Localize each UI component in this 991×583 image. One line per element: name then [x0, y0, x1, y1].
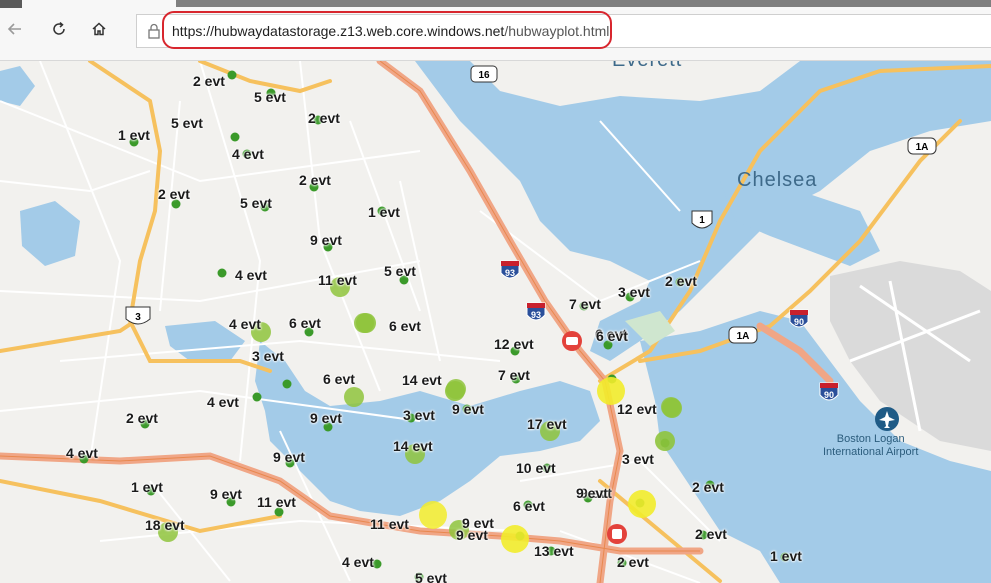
station-event-label: 3 evt: [622, 451, 654, 467]
station-dot[interactable]: [217, 268, 227, 278]
station-event-label: 5 evt: [240, 195, 272, 211]
station-event-label: 3 evt: [618, 284, 650, 300]
station-event-label: 17 evt: [527, 416, 567, 432]
station-event-label: 2 evt: [692, 479, 724, 495]
station-event-label: 13 evt: [534, 543, 574, 559]
station-event-label: 5 evt: [384, 263, 416, 279]
station-event-label: 4 evt: [229, 316, 261, 332]
station-event-label: 4 evt: [235, 267, 267, 283]
station-event-label: 2 evt: [193, 73, 225, 89]
back-button[interactable]: [0, 14, 30, 44]
station-event-label: 6 evt: [513, 498, 545, 514]
station-dot[interactable]: [655, 431, 675, 451]
refresh-button[interactable]: [44, 14, 74, 44]
station-event-label: 11 evt: [318, 272, 357, 288]
station-event-label: 2 evt: [617, 554, 649, 570]
station-event-label: 18 evt: [145, 517, 185, 533]
station-event-label: 1 evt: [770, 548, 802, 564]
station-event-label: 14 evt: [402, 372, 442, 388]
url-host: https://hubwaydatastorage.z13.web.core.w…: [172, 23, 505, 39]
tab-edge: [0, 0, 22, 8]
station-event-label: 12 evt: [494, 336, 534, 352]
address-bar[interactable]: https://hubwaydatastorage.z13.web.core.w…: [136, 14, 991, 48]
station-event-label: 2 evt: [308, 110, 340, 126]
station-dot[interactable]: [628, 490, 656, 518]
refresh-icon: [53, 21, 65, 35]
station-event-label: 6 evt: [289, 315, 321, 331]
lock-icon: [148, 23, 160, 39]
home-icon: [92, 22, 106, 36]
station-dot[interactable]: [501, 525, 529, 553]
station-dot[interactable]: [344, 387, 364, 407]
home-button[interactable]: [84, 14, 114, 44]
station-event-label: 2 evt: [126, 410, 158, 426]
station-dot[interactable]: [356, 313, 376, 333]
browser-toolbar: https://hubwaydatastorage.z13.web.core.w…: [0, 0, 991, 61]
station-dot[interactable]: [662, 398, 682, 418]
station-event-label: 11 evt: [257, 494, 296, 510]
station-event-label: 1 evt: [368, 204, 400, 220]
station-event-label: 9 evt: [310, 232, 342, 248]
station-event-label: 1 evt: [118, 127, 150, 143]
station-dot[interactable]: [419, 501, 447, 529]
station-event-label: 7 evt: [569, 296, 601, 312]
station-event-label: 9 evt: [456, 527, 488, 543]
station-event-label: 3 evt: [252, 348, 284, 364]
station-dot[interactable]: [230, 132, 240, 142]
station-event-label: 9 evt: [210, 486, 242, 502]
station-event-label: 4 evt: [207, 394, 239, 410]
station-event-label: 10 evt: [516, 460, 556, 476]
station-dot[interactable]: [227, 70, 237, 80]
url-path: /hubwayplot.html: [504, 23, 610, 39]
station-event-label: 2 evt: [695, 526, 727, 542]
station-event-label: 6 evt: [389, 318, 421, 334]
station-event-label: 9 evt: [452, 401, 484, 417]
station-event-label: 5 evt: [415, 570, 447, 583]
station-event-label: 2 evt: [299, 172, 331, 188]
station-dot[interactable]: [252, 392, 262, 402]
station-event-label: 9 evt: [273, 449, 305, 465]
station-event-label: 5 evt: [254, 89, 286, 105]
station-event-label: 9 evt: [576, 485, 608, 501]
station-event-label: 4 evt: [232, 146, 264, 162]
station-event-label: 5 evt: [171, 115, 203, 131]
station-event-label: 11 evt: [370, 516, 409, 532]
station-event-label: 14 evt: [393, 438, 433, 454]
station-dot[interactable]: [445, 381, 465, 401]
back-arrow-icon: [7, 23, 21, 35]
tab-strip: [176, 0, 991, 7]
station-dot[interactable]: [282, 379, 292, 389]
station-event-label: 4 evt: [66, 445, 98, 461]
url-text[interactable]: https://hubwaydatastorage.z13.web.core.w…: [172, 23, 609, 39]
station-event-label: 12 evt: [617, 401, 657, 417]
station-event-label: 6 evt: [323, 371, 355, 387]
station-event-label: 9 evt: [310, 410, 342, 426]
station-event-label: 4 evt: [342, 554, 374, 570]
map-canvas[interactable]: Everett Chelsea Boston Logan Internation…: [0, 61, 991, 583]
station-event-label: 2 evt: [665, 273, 697, 289]
station-event-label: 1 evt: [131, 479, 163, 495]
station-event-label: 6 evt: [596, 328, 628, 344]
station-event-label: 3 evt: [403, 407, 435, 423]
station-event-label: 7 evt: [498, 367, 530, 383]
station-event-label: 2 evt: [158, 186, 190, 202]
